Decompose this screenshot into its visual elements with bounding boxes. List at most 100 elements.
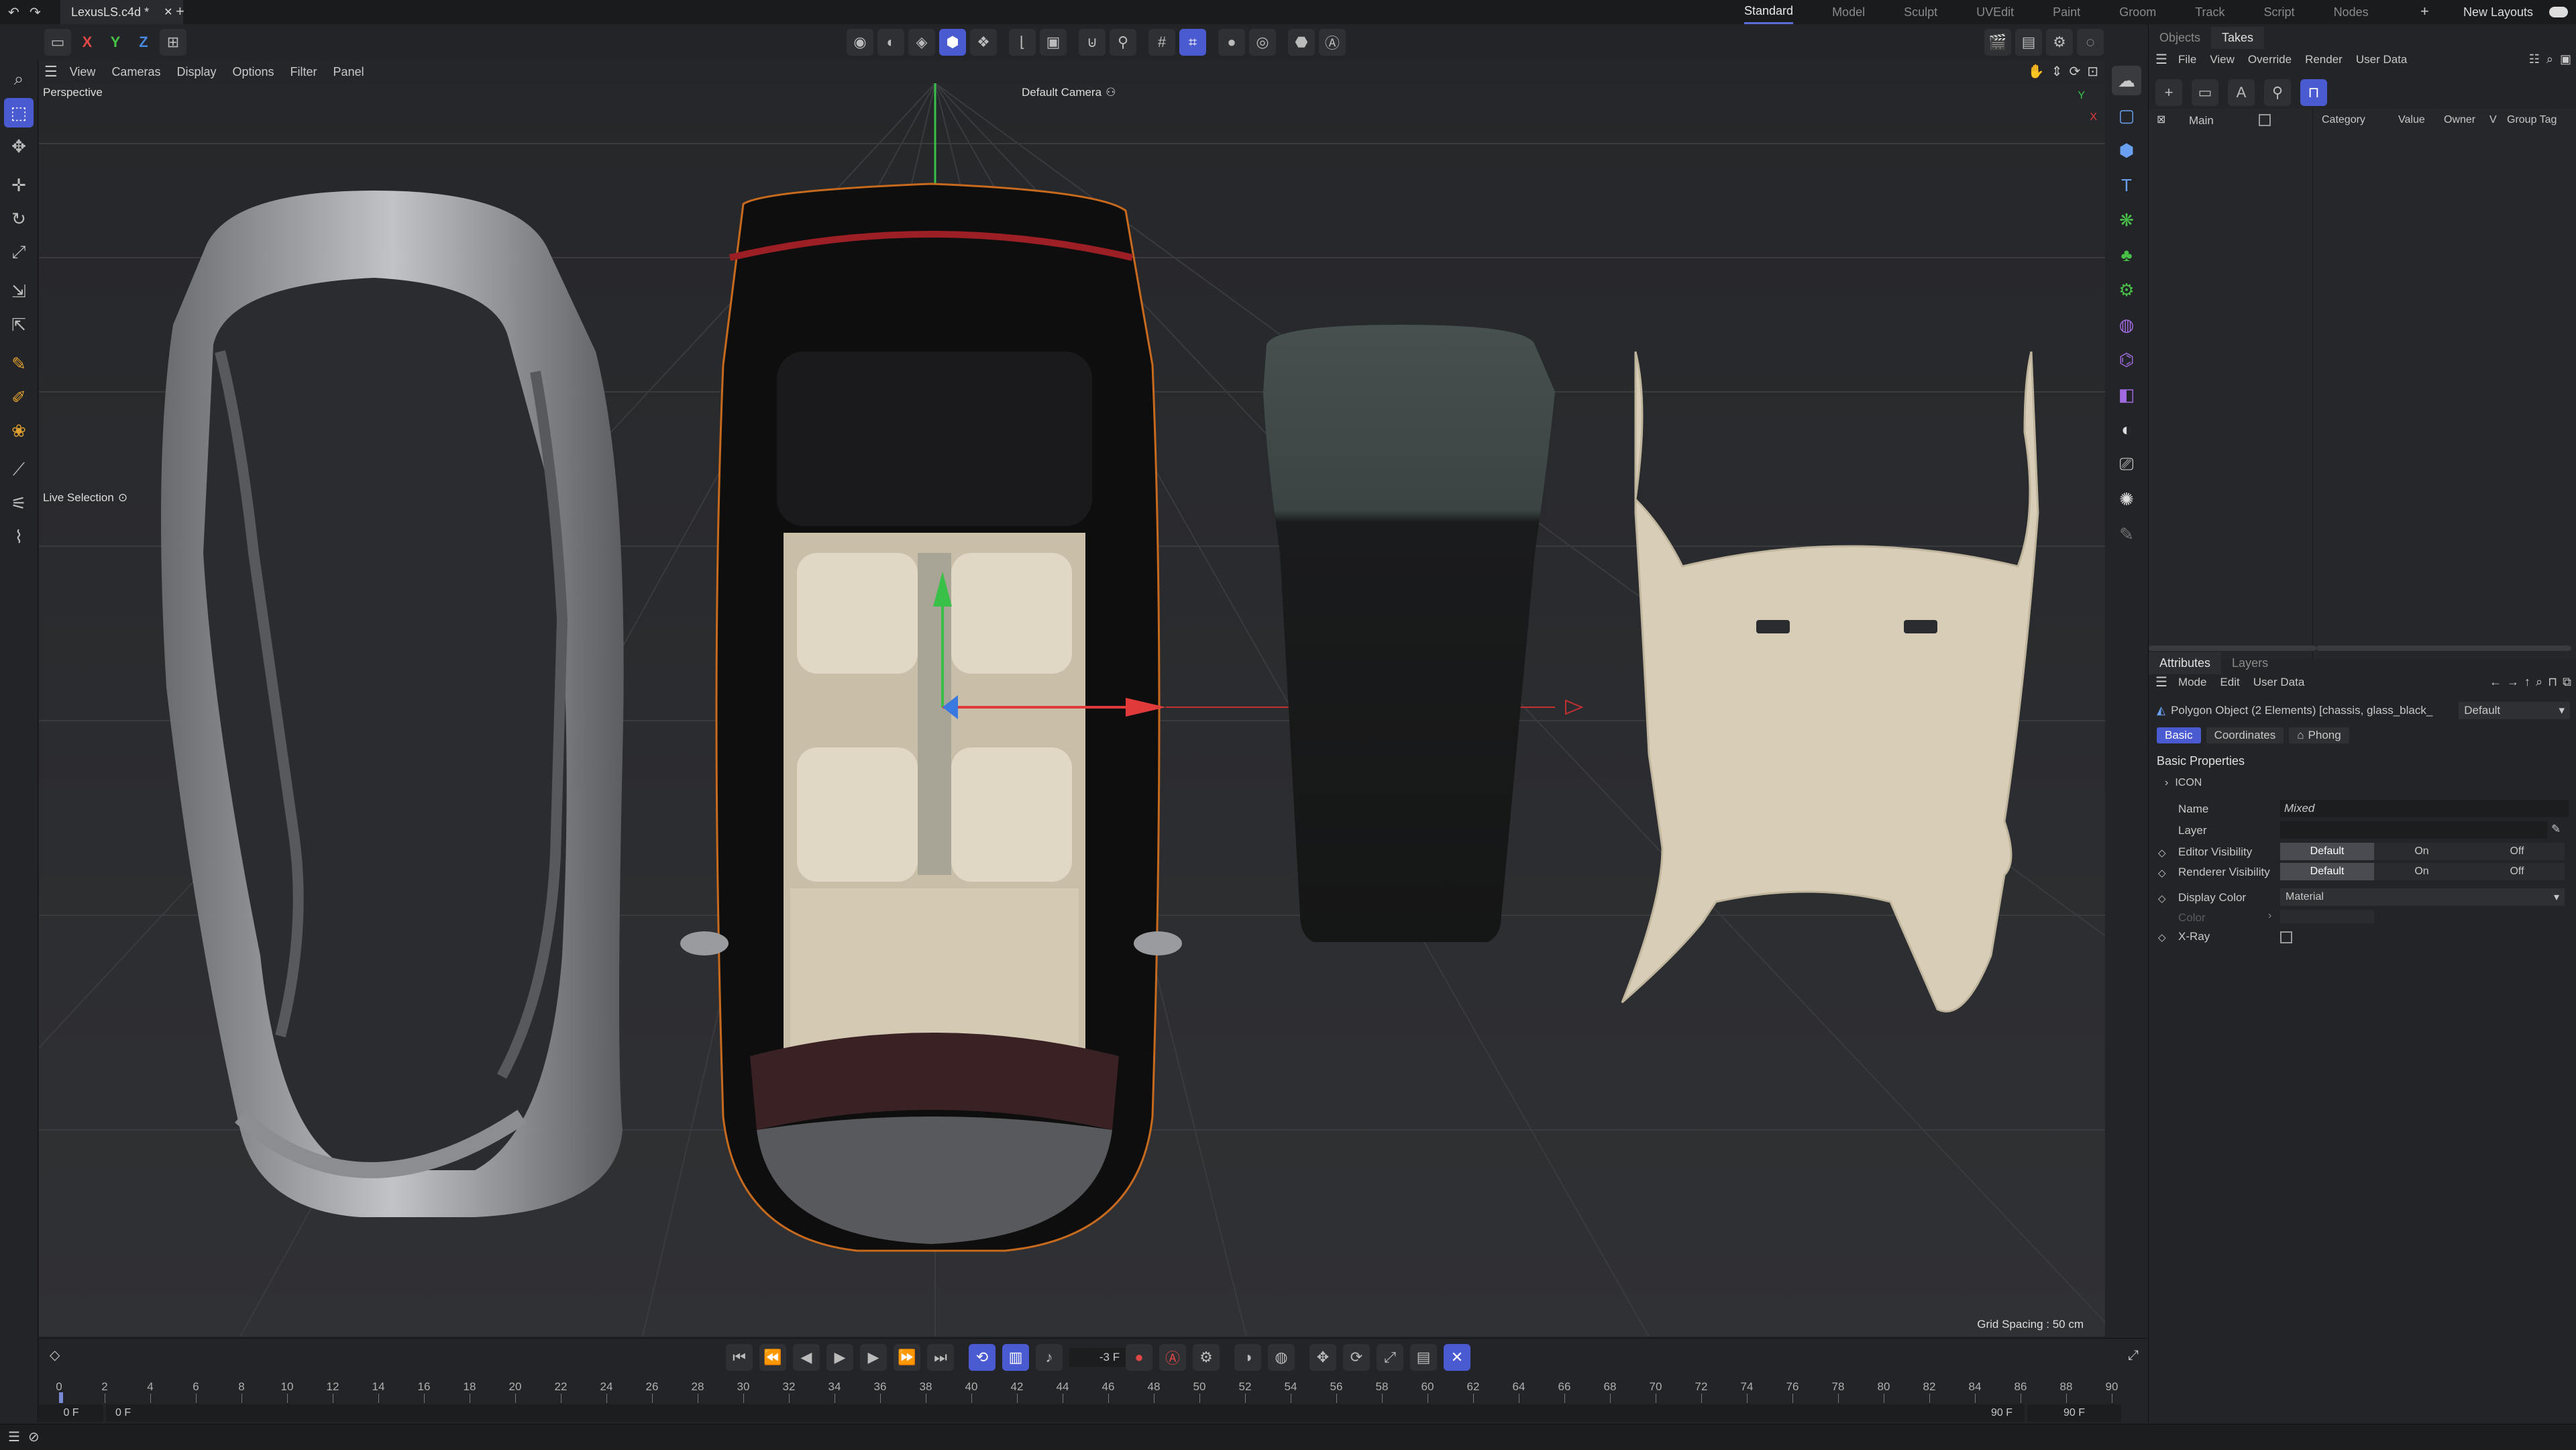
auto-take-icon[interactable]: A — [2228, 79, 2255, 106]
layout-standard[interactable]: Standard — [1744, 0, 1794, 24]
add-tab-icon[interactable]: + — [176, 3, 184, 20]
take-main-checkbox[interactable] — [2259, 114, 2271, 126]
editor-vis-default[interactable]: Default — [2280, 843, 2374, 860]
subtab-basic[interactable]: Basic — [2157, 727, 2201, 743]
icon-group[interactable]: › ICON — [2165, 777, 2202, 789]
magnet-icon[interactable]: ⊍ — [1079, 29, 1106, 56]
filter-icon[interactable]: ☷ — [2529, 52, 2540, 66]
close-icon[interactable]: ✕ — [164, 5, 172, 19]
col-group-tag[interactable]: Group Tag — [2507, 114, 2557, 126]
preview-range-bar[interactable]: 0 F 90 F — [106, 1404, 2025, 1422]
deformer-icon[interactable]: ◍ — [2112, 310, 2141, 340]
layout-toggle-icon[interactable]: ▣ — [2560, 52, 2571, 66]
take-main-label[interactable]: Main — [2189, 114, 2214, 127]
layer-field[interactable] — [2280, 821, 2547, 839]
sketch-icon[interactable]: ✐ — [4, 382, 34, 412]
edges-mode-icon[interactable]: ◐ — [877, 29, 904, 56]
camera-label-group[interactable]: Default Camera ⚇ — [1022, 86, 1116, 99]
hamburger-icon[interactable]: ☰ — [2155, 674, 2167, 690]
new-window-icon[interactable]: ⧉ — [2563, 675, 2571, 689]
workplane-icon[interactable]: ⌊ — [1009, 29, 1036, 56]
menu-render[interactable]: Render — [2305, 53, 2343, 66]
link-icon[interactable]: ⚲ — [2264, 79, 2291, 106]
dolly-icon[interactable]: ⇕ — [2051, 63, 2063, 80]
menu-icon[interactable]: ☰ — [8, 1429, 20, 1445]
polygons-mode-icon[interactable]: ◈ — [908, 29, 935, 56]
folder-icon[interactable]: ▭ — [2192, 79, 2218, 106]
rotate-icon[interactable]: ↻ — [4, 204, 34, 234]
renderer-vis-on[interactable]: On — [2374, 863, 2469, 880]
axis-z-button[interactable]: Z — [131, 30, 156, 54]
cloud-icon[interactable]: ☁ — [2112, 66, 2141, 95]
add-take-icon[interactable]: + — [2155, 79, 2182, 106]
preset-dropdown[interactable]: Default ▾ — [2459, 702, 2570, 719]
null-object-icon[interactable]: ▢ — [2112, 101, 2141, 130]
layout-uvedit[interactable]: UVEdit — [1976, 0, 2014, 24]
layout-paint[interactable]: Paint — [2053, 0, 2080, 24]
menu-edit[interactable]: Edit — [2220, 676, 2239, 689]
tab-objects[interactable]: Objects — [2149, 27, 2211, 49]
scale-tool-icon[interactable]: ⇱ — [4, 310, 34, 340]
layout-groom[interactable]: Groom — [2119, 0, 2156, 24]
menu-mode[interactable]: Mode — [2178, 676, 2207, 689]
subtab-coordinates[interactable]: Coordinates — [2206, 727, 2284, 743]
keyframe-icon[interactable]: ◇ — [2158, 892, 2166, 904]
axis-x-button[interactable]: X — [75, 30, 99, 54]
effector-icon[interactable]: ⚙ — [2112, 275, 2141, 305]
back-icon[interactable]: ← — [2489, 675, 2502, 689]
grid-snap-icon[interactable]: # — [1148, 29, 1175, 56]
redo-icon[interactable]: ↷ — [30, 4, 41, 21]
menu-view[interactable]: View — [70, 65, 96, 79]
lock-icon[interactable]: ⊓ — [2548, 675, 2557, 689]
paint-icon[interactable]: ⌇ — [4, 522, 34, 552]
coordinate-system-icon[interactable]: ⊞ — [160, 29, 186, 56]
name-field[interactable]: Mixed — [2280, 800, 2569, 817]
light-icon[interactable]: ✺ — [2112, 484, 2141, 514]
orbit-icon[interactable]: ⟳ — [2069, 63, 2080, 80]
layout-model[interactable]: Model — [1832, 0, 1865, 24]
move-icon[interactable]: ✛ — [4, 170, 34, 200]
chevron-right-icon[interactable]: › — [2268, 910, 2271, 922]
take-check-icon[interactable]: ⊠ — [2157, 113, 2165, 126]
axis-y-button[interactable]: Y — [103, 30, 127, 54]
keyframe-icon[interactable]: ◇ — [2158, 867, 2166, 879]
tweak-icon[interactable]: ✥ — [4, 132, 34, 161]
forward-icon[interactable]: → — [2507, 675, 2519, 689]
viewport-solo-icon[interactable]: ⬣ — [1288, 29, 1315, 56]
pan-icon[interactable]: ✋ — [2028, 63, 2045, 80]
menu-override[interactable]: Override — [2248, 53, 2292, 66]
xray-checkbox[interactable] — [2280, 931, 2292, 943]
search-icon[interactable]: ⌕ — [2536, 675, 2542, 689]
col-category[interactable]: Category — [2322, 114, 2365, 126]
document-tab[interactable]: LexusLS.c4d * ✕ — [60, 0, 184, 24]
horizontal-scrollbar[interactable] — [2149, 645, 2316, 651]
search-icon[interactable]: ⌕ — [2546, 52, 2553, 66]
start-frame-field[interactable]: 0 F — [39, 1404, 103, 1422]
tab-attributes[interactable]: Attributes — [2149, 652, 2222, 674]
layout-track[interactable]: Track — [2195, 0, 2224, 24]
menu-display[interactable]: Display — [176, 65, 216, 79]
volume-icon[interactable]: ◧ — [2112, 380, 2141, 409]
menu-filter[interactable]: Filter — [290, 65, 317, 79]
horizontal-scrollbar-right[interactable] — [2316, 645, 2571, 651]
uv-mode-icon[interactable]: ❖ — [970, 29, 997, 56]
script-icon[interactable]: Ⓐ — [1319, 29, 1346, 56]
hamburger-icon[interactable]: ☰ — [44, 63, 58, 81]
keyframe-icon[interactable]: ◇ — [2158, 931, 2166, 943]
menu-panel[interactable]: Panel — [333, 65, 364, 79]
keyframe-icon[interactable]: ◇ — [2158, 847, 2166, 859]
viewport-3d[interactable]: Perspective Default Camera ⚇ Live Select… — [39, 83, 2105, 1337]
col-v[interactable]: V — [2489, 114, 2497, 126]
new-layouts-label[interactable]: New Layouts — [2463, 5, 2533, 19]
generator-icon[interactable]: ❋ — [2112, 205, 2141, 235]
field-icon[interactable]: ⌬ — [2112, 345, 2141, 374]
projection-label[interactable]: Perspective — [43, 86, 103, 99]
menu-cameras[interactable]: Cameras — [111, 65, 160, 79]
display-color-dropdown[interactable]: Material ▾ — [2280, 888, 2565, 906]
snap-icon[interactable]: ⌗ — [1179, 29, 1206, 56]
renderer-vis-default[interactable]: Default — [2280, 863, 2374, 880]
layer-pick-icon[interactable]: ✎ — [2551, 823, 2561, 836]
tab-takes[interactable]: Takes — [2211, 27, 2265, 49]
layout-nodes[interactable]: Nodes — [2334, 0, 2369, 24]
car-body-shell[interactable] — [161, 191, 624, 1217]
